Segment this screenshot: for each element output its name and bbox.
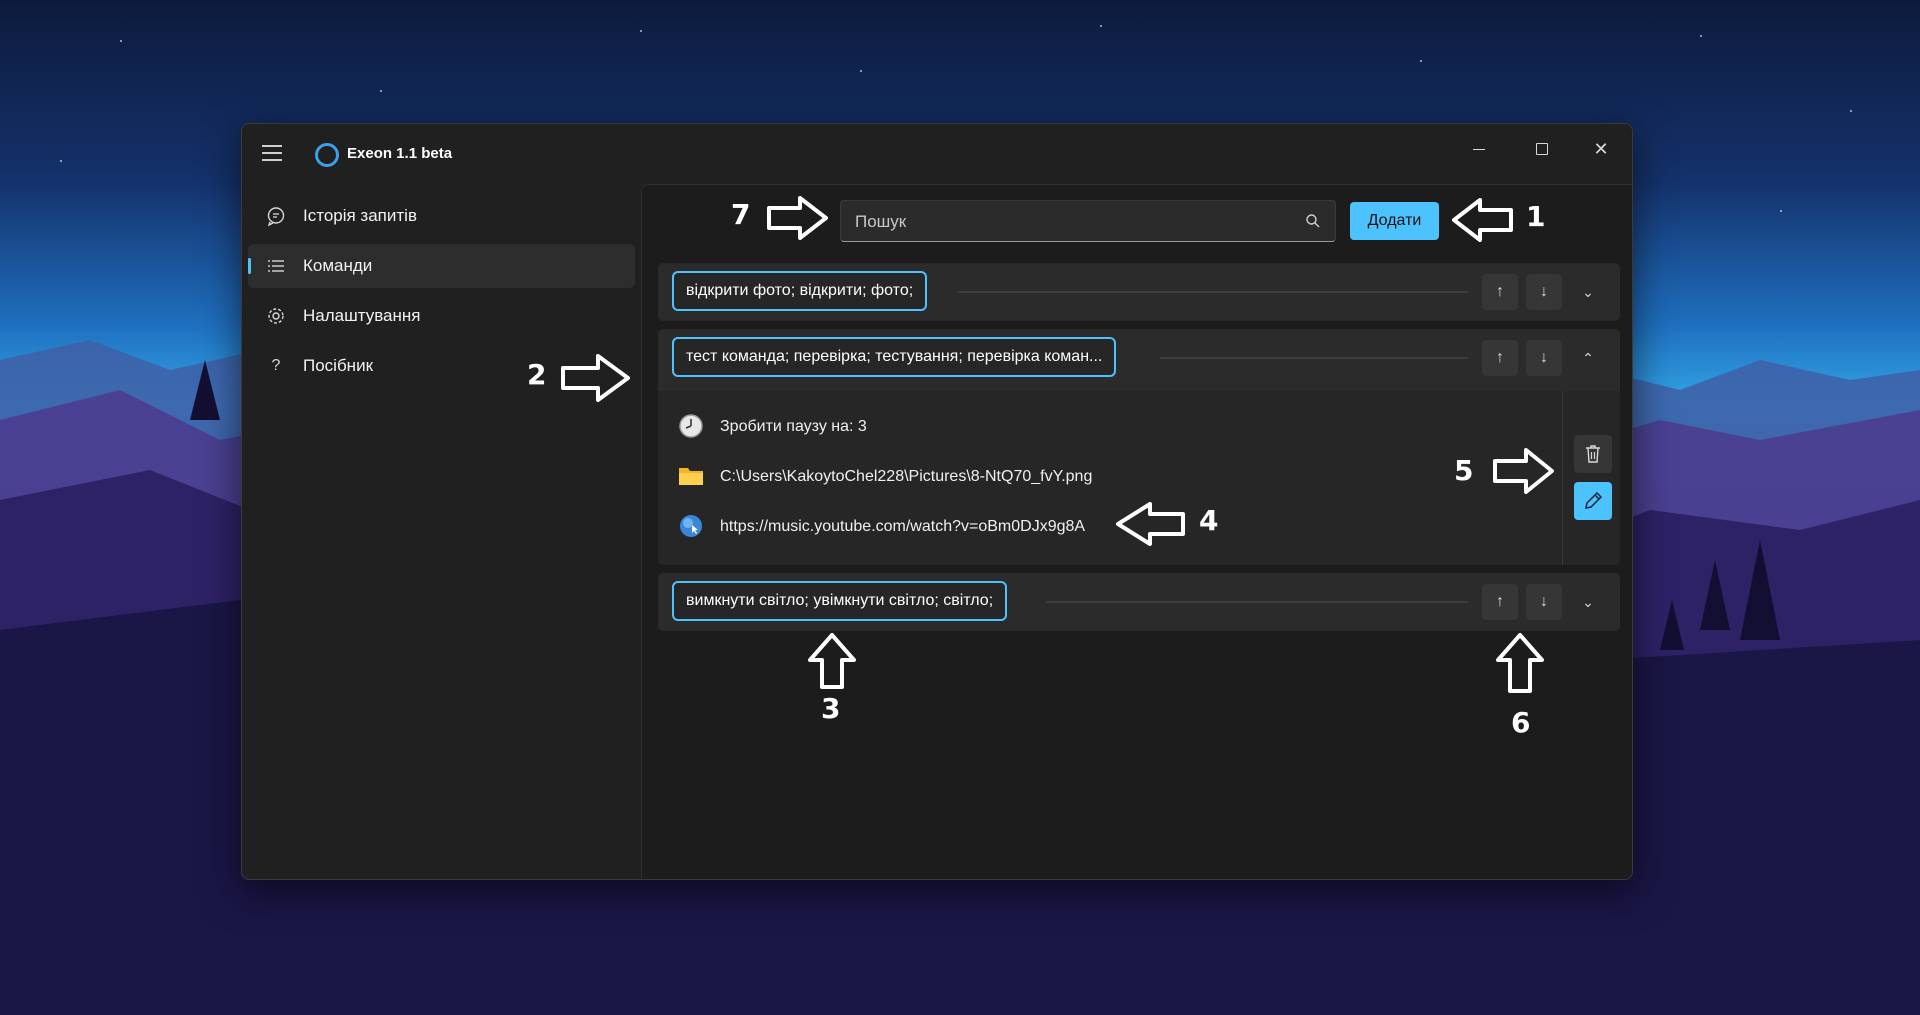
close-button[interactable]: ✕ (1581, 134, 1621, 164)
sidebar-item-label: Посібник (303, 356, 374, 375)
edit-button[interactable] (1574, 482, 1612, 520)
chat-icon (266, 206, 286, 227)
sidebar-item-label: Команди (303, 256, 373, 275)
annotation-number: 6 (1511, 706, 1531, 739)
divider-line (1160, 357, 1468, 359)
search-icon[interactable] (1305, 213, 1321, 229)
annotation-number: 7 (731, 198, 751, 231)
gear-icon (266, 306, 286, 326)
annotation-arrow-up (1496, 633, 1544, 693)
annotation-number: 5 (1454, 454, 1474, 487)
command-phrases[interactable]: тест команда; перевірка; тестування; пер… (672, 337, 1117, 377)
add-command-button[interactable]: Додати (1350, 202, 1439, 240)
folder-icon (679, 468, 703, 485)
move-down-button[interactable]: ↓ (1526, 584, 1562, 620)
app-window: Exeon 1.1 beta ✕ Історія запитів Команди… (241, 123, 1633, 880)
divider-line (958, 291, 1468, 293)
annotation-arrow-right (561, 354, 630, 402)
move-up-button[interactable]: ↑ (1482, 274, 1518, 310)
annotation-number: 1 (1526, 200, 1546, 233)
command-phrases[interactable]: відкрити фото; відкрити; фото; (672, 271, 928, 311)
annotation-arrow-up (808, 633, 856, 689)
annotation-arrow-left (1116, 502, 1185, 546)
command-card: відкрити фото; відкрити; фото; ↑ ↓ ⌄ (658, 263, 1620, 321)
hamburger-menu-icon[interactable] (260, 142, 284, 162)
action-text: Зробити паузу на: 3 (720, 418, 867, 435)
command-header: відкрити фото; відкрити; фото; ↑ ↓ ⌄ (658, 263, 1620, 321)
annotation-number: 2 (527, 358, 547, 391)
chevron-down-icon[interactable]: ⌄ (1570, 584, 1606, 620)
command-header: тест команда; перевірка; тестування; пер… (658, 329, 1620, 387)
sidebar-item-history[interactable]: Історія запитів (248, 194, 635, 238)
command-phrases[interactable]: вимкнути світло; увімкнути світло; світл… (672, 581, 1008, 621)
chevron-up-icon[interactable]: ⌃ (1570, 340, 1606, 376)
annotation-number: 4 (1199, 504, 1219, 537)
maximize-button[interactable] (1522, 134, 1562, 164)
sidebar-item-label: Налаштування (303, 306, 421, 325)
chevron-down-icon[interactable]: ⌄ (1570, 274, 1606, 310)
annotation-number: 3 (821, 692, 841, 725)
pencil-icon (1585, 491, 1603, 509)
delete-button[interactable] (1574, 435, 1612, 473)
globe-icon (680, 515, 702, 537)
sidebar-item-commands[interactable]: Команди (248, 244, 635, 288)
app-title: Exeon 1.1 beta (347, 145, 453, 162)
help-icon: ? (271, 357, 281, 374)
divider-line (1046, 601, 1468, 603)
sidebar-item-label: Історія запитів (303, 206, 417, 225)
move-down-button[interactable]: ↓ (1526, 274, 1562, 310)
clock-icon (679, 414, 703, 438)
move-up-button[interactable]: ↑ (1482, 340, 1518, 376)
list-icon (266, 256, 286, 276)
trash-icon (1586, 445, 1600, 463)
command-header: вимкнути світло; увімкнути світло; світл… (658, 573, 1620, 631)
title-bar: Exeon 1.1 beta ✕ (242, 124, 1632, 180)
search-box[interactable] (840, 200, 1336, 243)
action-text: https://music.youtube.com/watch?v=oBm0DJ… (720, 518, 1086, 535)
sidebar-item-settings[interactable]: Налаштування (248, 294, 635, 338)
app-logo-icon (315, 143, 339, 167)
search-input[interactable] (853, 201, 1297, 243)
command-card: вимкнути світло; увімкнути світло; світл… (658, 573, 1620, 631)
action-text: C:\Users\KakoytoChel228\Pictures\8-NtQ70… (720, 468, 1093, 485)
action-side-panel (1562, 391, 1621, 565)
minimize-button[interactable] (1459, 134, 1499, 164)
annotation-arrow-left (1452, 198, 1513, 242)
annotation-arrow-right (1493, 448, 1554, 494)
annotation-arrow-right (767, 196, 828, 240)
move-down-button[interactable]: ↓ (1526, 340, 1562, 376)
move-up-button[interactable]: ↑ (1482, 584, 1518, 620)
